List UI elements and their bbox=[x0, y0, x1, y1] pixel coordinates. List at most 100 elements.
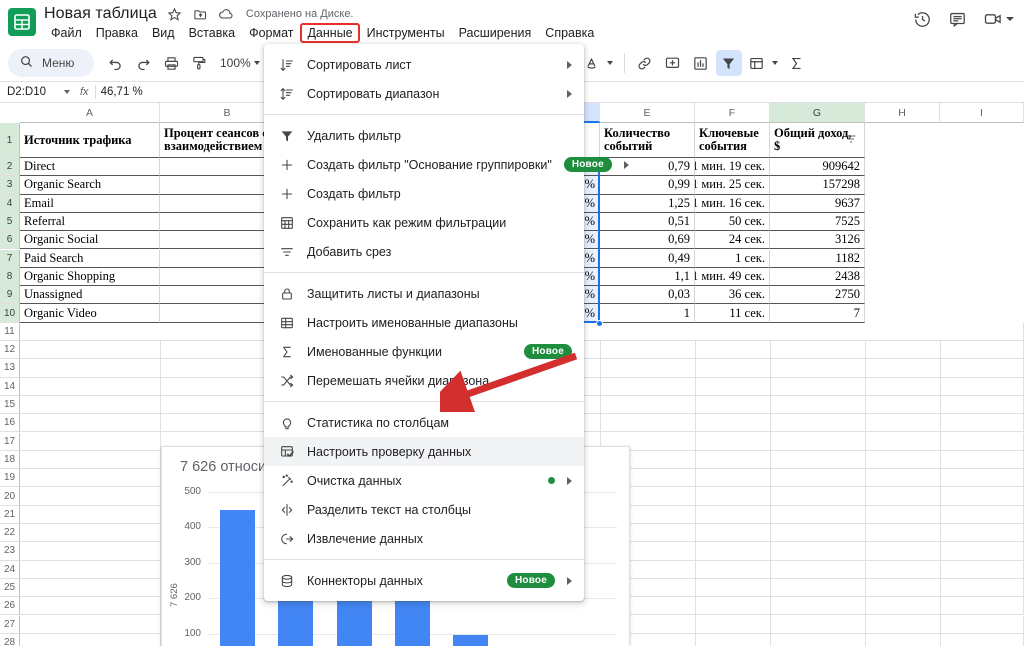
cell-F3[interactable]: 1 мин. 25 сек. bbox=[695, 176, 770, 195]
row-header-28[interactable]: 28 bbox=[0, 633, 20, 646]
cell-E3[interactable]: 0,99 bbox=[600, 176, 695, 195]
create-filter-button[interactable] bbox=[715, 50, 742, 76]
menu-item-3-0[interactable]: Статистика по столбцам bbox=[264, 408, 584, 437]
cell-F2[interactable]: 1 мин. 19 сек. bbox=[695, 158, 770, 177]
menu-1[interactable]: Правка bbox=[89, 23, 145, 43]
column-header-A[interactable]: A bbox=[20, 103, 160, 123]
column-header-F[interactable]: F bbox=[695, 103, 770, 123]
video-call-icon[interactable] bbox=[983, 9, 1014, 29]
submenu-arrow-icon[interactable] bbox=[567, 60, 572, 69]
menu-item-1-3[interactable]: Сохранить как режим фильтрации bbox=[264, 208, 584, 237]
row-header-8[interactable]: 8 bbox=[0, 267, 20, 287]
chart-bar[interactable] bbox=[219, 509, 255, 646]
cell-G10[interactable]: 7 bbox=[770, 304, 865, 323]
menu-7[interactable]: Расширения bbox=[452, 23, 539, 43]
cell-E10[interactable]: 1 bbox=[600, 304, 695, 323]
row-header-12[interactable]: 12 bbox=[0, 341, 20, 360]
comment-icon[interactable] bbox=[948, 10, 967, 29]
cell-F7[interactable]: 1 сек. bbox=[695, 249, 770, 268]
row-header-22[interactable]: 22 bbox=[0, 524, 20, 543]
menu-item-1-0[interactable]: Удалить фильтр bbox=[264, 121, 584, 150]
name-box[interactable]: D2:D10 bbox=[0, 86, 62, 98]
row-header-13[interactable]: 13 bbox=[0, 359, 20, 378]
row-header-3[interactable]: 3 bbox=[0, 176, 20, 195]
submenu-arrow-icon[interactable] bbox=[567, 576, 572, 585]
cell-F10[interactable]: 11 сек. bbox=[695, 304, 770, 323]
data-menu-dropdown[interactable]: Сортировать лист Сортировать диапазон Удал… bbox=[264, 44, 629, 601]
menu-item-2-2[interactable]: Именованные функции Новое bbox=[264, 337, 584, 366]
row-header-21[interactable]: 21 bbox=[0, 505, 20, 524]
column-header-I[interactable]: I bbox=[940, 103, 1024, 123]
cell-G5[interactable]: 7525 bbox=[770, 212, 865, 232]
menu-3[interactable]: Вставка bbox=[182, 23, 242, 43]
row-header-5[interactable]: 5 bbox=[0, 212, 20, 232]
menu-item-1-4[interactable]: Добавить срез bbox=[264, 237, 584, 266]
cell-G2[interactable]: 909642 bbox=[770, 158, 865, 177]
row-header-2[interactable]: 2 bbox=[0, 158, 20, 177]
row-header-4[interactable]: 4 bbox=[0, 194, 20, 213]
row-header-25[interactable]: 25 bbox=[0, 578, 20, 598]
menu-0[interactable]: Файл bbox=[44, 23, 89, 43]
menu-item-3-3[interactable]: Разделить текст на столбцы bbox=[264, 495, 584, 524]
cell-F5[interactable]: 50 сек. bbox=[695, 212, 770, 232]
menu-item-3-1[interactable]: Настроить проверку данных bbox=[264, 437, 584, 466]
menu-5[interactable]: Данные bbox=[300, 23, 360, 43]
cell-G7[interactable]: 1182 bbox=[770, 249, 865, 268]
move-to-folder-icon[interactable] bbox=[192, 6, 209, 23]
menu-item-2-0[interactable]: Защитить листы и диапазоны bbox=[264, 279, 584, 308]
zoom-select[interactable]: 100% bbox=[214, 50, 264, 76]
cell-A2[interactable]: Direct bbox=[20, 158, 160, 177]
star-icon[interactable] bbox=[166, 6, 183, 23]
cell-A5[interactable]: Referral bbox=[20, 212, 160, 232]
undo-icon[interactable] bbox=[102, 50, 128, 76]
menu-item-3-2[interactable]: Очистка данных bbox=[264, 466, 584, 495]
cell-A8[interactable]: Organic Shopping bbox=[20, 267, 160, 287]
redo-icon[interactable] bbox=[130, 50, 156, 76]
cell-A7[interactable]: Paid Search bbox=[20, 249, 160, 268]
menu-item-1-2[interactable]: Создать фильтр bbox=[264, 179, 584, 208]
cell-G3[interactable]: 157298 bbox=[770, 176, 865, 195]
chevron-down-icon[interactable] bbox=[606, 61, 613, 65]
cell-A10[interactable]: Organic Video bbox=[20, 304, 160, 323]
row-header-14[interactable]: 14 bbox=[0, 377, 20, 396]
row-header-15[interactable]: 15 bbox=[0, 395, 20, 415]
cell-G4[interactable]: 9637 bbox=[770, 194, 865, 213]
print-icon[interactable] bbox=[158, 50, 184, 76]
menu-item-2-1[interactable]: Настроить именованные диапазоны bbox=[264, 308, 584, 337]
cell-A9[interactable]: Unassigned bbox=[20, 286, 160, 305]
row-header-20[interactable]: 20 bbox=[0, 487, 20, 506]
row-header-17[interactable]: 17 bbox=[0, 432, 20, 451]
insert-link-button[interactable] bbox=[632, 50, 658, 76]
menu-4[interactable]: Формат bbox=[242, 23, 300, 43]
row-header-24[interactable]: 24 bbox=[0, 560, 20, 579]
page-title[interactable]: Новая таблица bbox=[44, 5, 157, 23]
cell-E8[interactable]: 1,1 bbox=[600, 267, 695, 287]
row-header-10[interactable]: 10 bbox=[0, 304, 20, 323]
cell-F6[interactable]: 24 сек. bbox=[695, 231, 770, 250]
menu-item-3-4[interactable]: Извлечение данных bbox=[264, 524, 584, 553]
row-header-18[interactable]: 18 bbox=[0, 450, 20, 470]
column-header-E[interactable]: E bbox=[600, 103, 695, 123]
insert-comment-button[interactable] bbox=[660, 50, 686, 76]
cell-A1[interactable]: Источник трафика bbox=[20, 123, 160, 158]
row-header-6[interactable]: 6 bbox=[0, 231, 20, 250]
insert-chart-button[interactable] bbox=[688, 50, 714, 76]
formula-input[interactable]: 46,71 % bbox=[96, 86, 143, 98]
column-header-G[interactable]: G bbox=[770, 103, 865, 123]
row-header-1[interactable]: 1 bbox=[0, 123, 20, 158]
cell-A6[interactable]: Organic Social bbox=[20, 231, 160, 250]
sheets-logo-icon[interactable] bbox=[8, 8, 36, 36]
menu-item-2-3[interactable]: Перемешать ячейки диапазона bbox=[264, 366, 584, 395]
menu-item-0-1[interactable]: Сортировать диапазон bbox=[264, 79, 584, 108]
cell-E2[interactable]: 0,79 bbox=[600, 158, 695, 177]
submenu-arrow-icon[interactable] bbox=[567, 89, 572, 98]
cell-G6[interactable]: 3126 bbox=[770, 231, 865, 250]
row-header-9[interactable]: 9 bbox=[0, 286, 20, 305]
cell-E1[interactable]: Количество событий bbox=[600, 123, 695, 158]
column-header-H[interactable]: H bbox=[865, 103, 940, 123]
chevron-down-icon[interactable] bbox=[771, 61, 778, 65]
menu-item-0-0[interactable]: Сортировать лист bbox=[264, 50, 584, 79]
menu-2[interactable]: Вид bbox=[145, 23, 182, 43]
paint-format-icon[interactable] bbox=[186, 50, 212, 76]
cell-A3[interactable]: Organic Search bbox=[20, 176, 160, 195]
